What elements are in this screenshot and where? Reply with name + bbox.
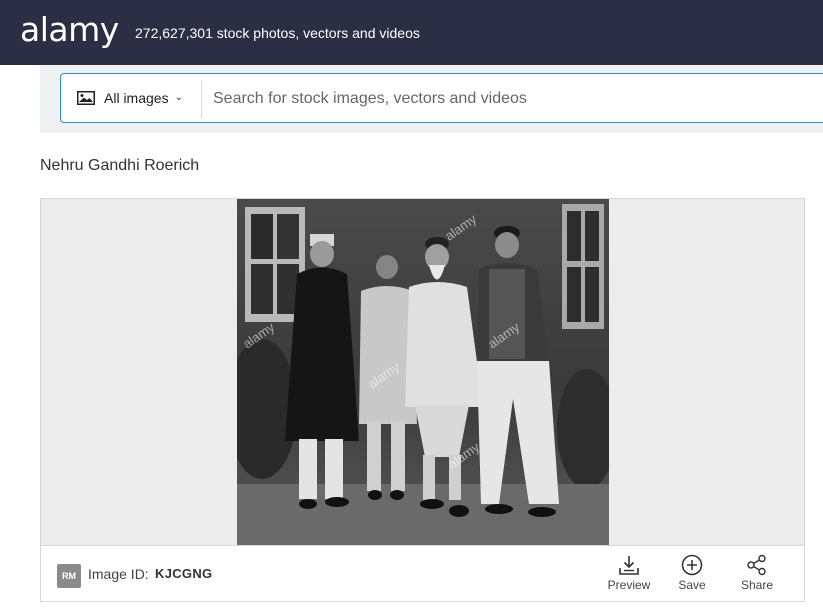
chevron-down-icon: ⌄ [174, 91, 183, 103]
save-button[interactable]: Save [664, 554, 720, 598]
image-panel: alamy alamy alamy alamy alamy [40, 198, 805, 546]
alamy-logo[interactable]: alamy [20, 10, 119, 49]
share-label: Share [740, 578, 774, 592]
image-info-bar: RM Image ID: KJCGNG Preview Save Share [40, 545, 805, 602]
preview-button[interactable]: Preview [601, 554, 657, 598]
image-id-value: KJCGNG [155, 566, 213, 581]
image-icon [77, 91, 95, 105]
preview-label: Preview [607, 578, 651, 592]
rm-license-badge: RM [57, 564, 81, 588]
save-label: Save [678, 578, 706, 592]
image-type-label: All images [104, 90, 169, 106]
image-type-dropdown[interactable]: All images ⌄ [61, 74, 201, 122]
download-icon [619, 556, 639, 575]
share-button[interactable]: Share [729, 554, 785, 598]
search-bar: All images ⌄ [60, 73, 823, 123]
share-icon [747, 554, 766, 576]
top-bar: alamy 272,627,301 stock photos, vectors … [0, 0, 823, 65]
search-area: All images ⌄ [40, 65, 823, 133]
image-id-label: Image ID: [88, 566, 149, 582]
search-divider [201, 80, 202, 118]
search-input[interactable] [211, 82, 775, 116]
image-title: Nehru Gandhi Roerich [40, 157, 200, 174]
stock-count-text: 272,627,301 stock photos, vectors and vi… [135, 25, 420, 41]
plus-circle-icon [681, 554, 703, 576]
main-photo[interactable]: alamy alamy alamy alamy alamy [237, 199, 609, 545]
